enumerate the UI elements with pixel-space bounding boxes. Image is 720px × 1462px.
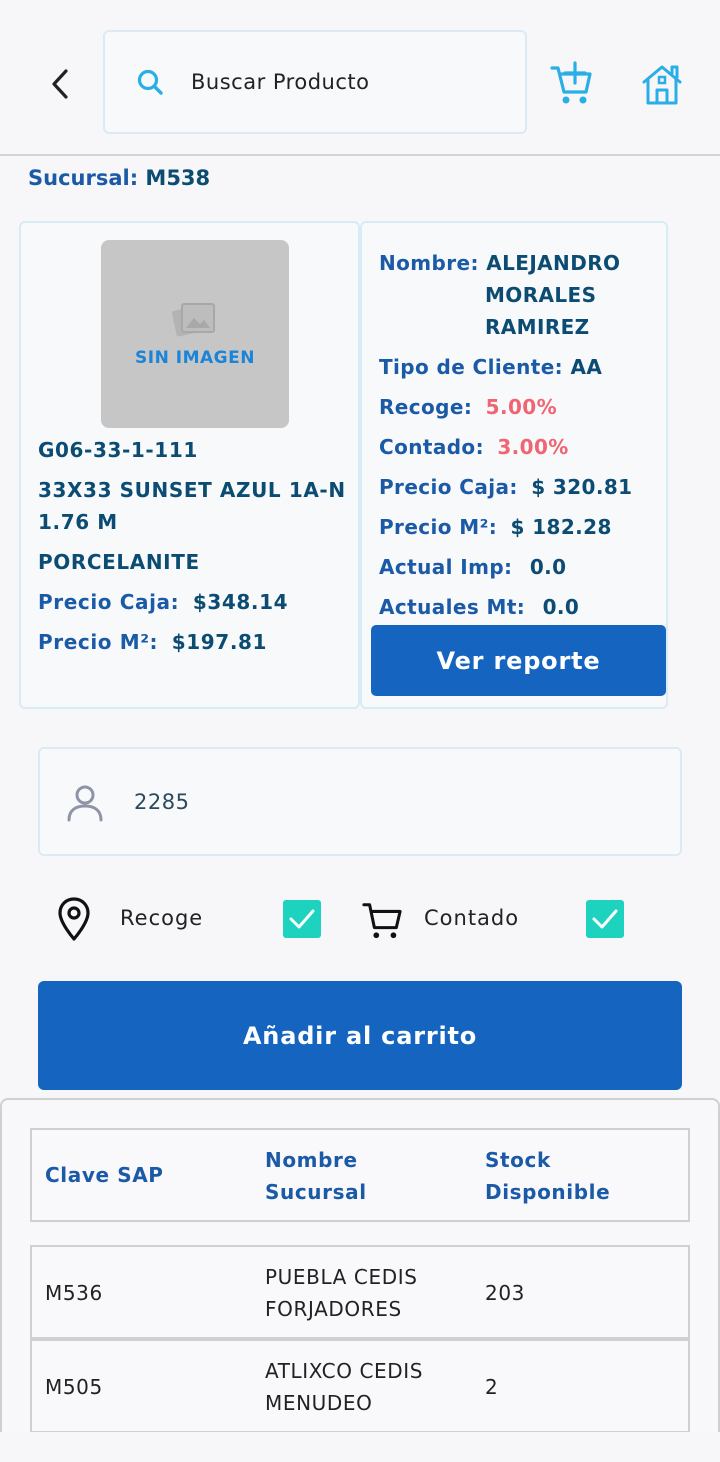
product-precio-m2: Precio M²: $197.81 — [38, 630, 267, 654]
bottom-safe-area — [0, 1432, 720, 1462]
stock-table-header: Clave SAP Nombre Sucursal Stock Disponib… — [30, 1128, 690, 1222]
header-clave-sap: Clave SAP — [45, 1163, 164, 1187]
sucursal-key: Sucursal: — [28, 166, 139, 190]
client-precio-m2-value: $ 182.28 — [510, 515, 612, 539]
nombre-line2: MORALES — [485, 283, 597, 307]
table-row[interactable]: M536 PUEBLA CEDIS FORJADORES 203 — [30, 1245, 690, 1339]
tipo-label: Tipo de Cliente: — [379, 355, 564, 379]
header-divider — [0, 154, 720, 156]
header-stock-line2: Disponible — [485, 1180, 611, 1204]
precio-caja-value: $348.14 — [192, 590, 289, 614]
home-button[interactable] — [638, 60, 686, 108]
sucursal-label: Sucursal: M538 — [28, 166, 210, 190]
add-to-cart-header-button[interactable] — [548, 58, 594, 108]
nombre-line1: ALEJANDRO — [486, 251, 621, 275]
chevron-left-icon — [52, 69, 68, 99]
user-icon — [64, 781, 106, 823]
client-precio-m2-row: Precio M²: $ 182.28 — [379, 515, 612, 539]
row-clave: M505 — [45, 1375, 103, 1399]
contado-checkbox[interactable] — [586, 900, 624, 938]
cart-plus-icon — [550, 61, 592, 104]
precio-m2-value: $197.81 — [171, 630, 268, 654]
actual-imp-value: 0.0 — [529, 555, 567, 579]
row-nombre-line2: MENUDEO — [265, 1391, 373, 1415]
precio-caja-label: Precio Caja: — [38, 590, 180, 614]
ver-reporte-button[interactable]: Ver reporte — [371, 625, 666, 696]
search-bar[interactable] — [103, 30, 527, 134]
sucursal-value: M538 — [145, 166, 211, 190]
contado-value: 3.00% — [497, 435, 569, 459]
header-nombre-line2: Sucursal — [265, 1180, 367, 1204]
recoge-value: 5.00% — [485, 395, 558, 419]
client-precio-caja-label: Precio Caja: — [379, 475, 518, 499]
home-icon — [642, 65, 682, 105]
image-icon — [172, 303, 215, 337]
product-precio-caja: Precio Caja: $348.14 — [38, 590, 288, 614]
row-nombre-line1: PUEBLA CEDIS — [265, 1265, 418, 1289]
header-nombre-line1: Nombre — [265, 1148, 358, 1172]
contado-row: Contado: 3.00% — [379, 435, 569, 459]
product-name-line1: 33X33 SUNSET AZUL 1A-N — [38, 478, 346, 502]
location-pin-icon — [54, 897, 94, 941]
actuales-mt-row: Actuales Mt: 0.0 — [379, 595, 579, 619]
row-clave: M536 — [45, 1281, 103, 1305]
recoge-row: Recoge: 5.00% — [379, 395, 557, 419]
cart-icon — [362, 898, 402, 942]
product-brand: PORCELANITE — [38, 550, 200, 574]
row-stock: 2 — [485, 1375, 499, 1399]
row-nombre-line2: FORJADORES — [265, 1297, 402, 1321]
recoge-label: Recoge: — [379, 395, 473, 419]
check-icon — [289, 909, 315, 929]
row-nombre-line1: ATLIXCO CEDIS — [265, 1359, 424, 1383]
tipo-cliente-row: Tipo de Cliente: AA — [379, 355, 602, 379]
product-image-placeholder: SIN IMAGEN — [101, 240, 289, 428]
contado-label: Contado: — [379, 435, 484, 459]
table-row[interactable]: M505 ATLIXCO CEDIS MENUDEO 2 — [30, 1339, 690, 1433]
search-input[interactable] — [191, 70, 511, 94]
nombre-label: Nombre: — [379, 251, 479, 275]
client-name-row: Nombre: ALEJANDRO — [379, 251, 620, 275]
client-precio-caja-value: $ 320.81 — [531, 475, 633, 499]
nombre-line3: RAMIREZ — [485, 315, 590, 339]
client-number-field[interactable] — [38, 747, 682, 856]
header-stock-line1: Stock — [485, 1148, 551, 1172]
add-to-cart-button[interactable]: Añadir al carrito — [38, 981, 682, 1090]
precio-m2-label: Precio M²: — [38, 630, 159, 654]
row-stock: 203 — [485, 1281, 525, 1305]
client-precio-m2-label: Precio M²: — [379, 515, 498, 539]
check-icon — [592, 909, 618, 929]
product-name-line2: 1.76 M — [38, 510, 118, 534]
product-code: G06-33-1-111 — [38, 438, 198, 462]
actual-imp-label: Actual Imp: — [379, 555, 513, 579]
search-icon — [135, 67, 165, 97]
actuales-mt-label: Actuales Mt: — [379, 595, 526, 619]
recoge-checkbox[interactable] — [283, 900, 321, 938]
no-image-label: SIN IMAGEN — [135, 348, 255, 368]
back-button[interactable] — [40, 62, 80, 106]
contado-option-label: Contado — [424, 906, 520, 930]
client-precio-caja-row: Precio Caja: $ 320.81 — [379, 475, 632, 499]
actuales-mt-value: 0.0 — [542, 595, 580, 619]
tipo-value: AA — [570, 355, 603, 379]
actual-imp-row: Actual Imp: 0.0 — [379, 555, 566, 579]
recoge-option-label: Recoge — [120, 906, 204, 930]
client-number-input[interactable] — [134, 789, 614, 814]
